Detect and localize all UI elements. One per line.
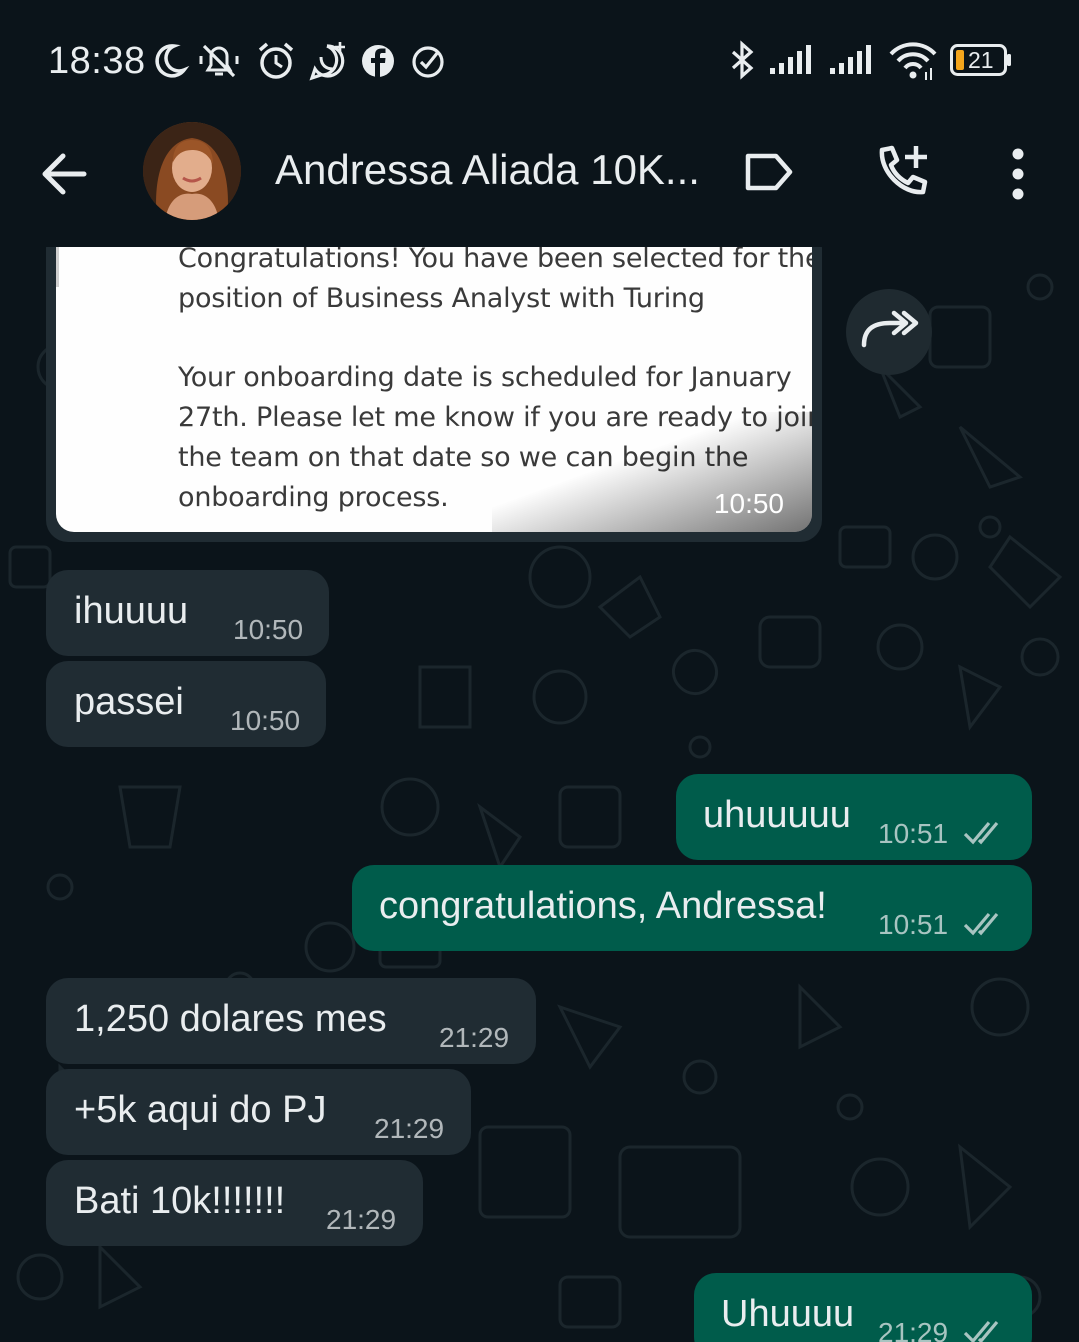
- bluetooth-icon: [731, 40, 754, 80]
- image-text-line: position of Business Analyst with Turing: [178, 283, 705, 314]
- back-arrow-icon[interactable]: [36, 144, 96, 204]
- avatar[interactable]: [143, 122, 241, 220]
- incoming-message[interactable]: Bati 10k!!!!!!! 21:29: [46, 1160, 423, 1246]
- message-time: 21:29: [326, 1204, 397, 1235]
- incoming-message[interactable]: passei 10:50: [46, 661, 326, 747]
- message-time: 10:50: [233, 614, 304, 645]
- whatsapp-icon: [309, 42, 345, 81]
- message-text: passei: [74, 681, 184, 723]
- signal-icon: [830, 45, 871, 74]
- status-time: 18:38: [48, 40, 146, 82]
- alarm-icon: [258, 42, 294, 79]
- read-ticks-icon: [963, 1320, 999, 1342]
- message-time: 10:51: [878, 909, 949, 940]
- image-text-line: Your onboarding date is scheduled for Ja…: [178, 362, 792, 393]
- message-text: Bati 10k!!!!!!!: [74, 1180, 286, 1222]
- message-text: congratulations, Andressa!: [379, 885, 827, 927]
- message-text: +5k aqui do PJ: [74, 1089, 327, 1131]
- message-time: 21:29: [439, 1022, 510, 1053]
- message-time: 21:29: [878, 1317, 949, 1342]
- read-ticks-icon: [963, 912, 999, 936]
- battery-level: 21: [968, 47, 994, 73]
- outgoing-message[interactable]: uhuuuuu 10:51: [676, 774, 1032, 860]
- label-icon[interactable]: [742, 146, 798, 198]
- forward-button[interactable]: [846, 289, 932, 375]
- facebook-icon: [362, 45, 394, 77]
- image-divider: [56, 247, 59, 287]
- forward-icon: [861, 310, 919, 348]
- message-text: Uhuuuu: [721, 1293, 855, 1335]
- incoming-message[interactable]: +5k aqui do PJ 21:29: [46, 1069, 471, 1155]
- wifi-icon: [889, 42, 937, 80]
- outgoing-message[interactable]: congratulations, Andressa! 10:51: [352, 865, 1032, 951]
- mute-icon: [199, 44, 239, 78]
- message-text: ihuuuu: [74, 590, 189, 632]
- check-circle-icon: [412, 46, 444, 78]
- image-text-line: onboarding process.: [178, 482, 449, 513]
- message-time: 10:51: [878, 818, 949, 849]
- incoming-message[interactable]: 1,250 dolares mes 21:29: [46, 978, 536, 1064]
- add-call-icon[interactable]: [870, 140, 934, 204]
- message-text: uhuuuuu: [703, 794, 851, 836]
- read-ticks-icon: [963, 821, 999, 845]
- chat-header: Andressa Aliada 10K...: [0, 120, 1079, 248]
- message-time: 10:50: [230, 705, 301, 736]
- message-text: 1,250 dolares mes: [74, 998, 387, 1040]
- signal-icon: [770, 45, 811, 74]
- message-time: 10:50: [713, 488, 784, 519]
- message-time: 21:29: [374, 1113, 445, 1144]
- message-image[interactable]: Congratulations! You have been selected …: [56, 247, 812, 532]
- outgoing-message[interactable]: Uhuuuu 21:29: [694, 1273, 1032, 1342]
- more-vert-icon[interactable]: [1000, 144, 1036, 204]
- chat-area[interactable]: Congratulations! You have been selected …: [0, 247, 1079, 1342]
- image-text-line: Congratulations! You have been selected …: [178, 247, 812, 274]
- incoming-message[interactable]: ihuuuu 10:50: [46, 570, 329, 656]
- status-bar: 18:38 21: [0, 0, 1079, 120]
- image-message[interactable]: Congratulations! You have been selected …: [46, 247, 822, 542]
- moon-icon: [155, 44, 190, 78]
- contact-name[interactable]: Andressa Aliada 10K...: [275, 146, 700, 194]
